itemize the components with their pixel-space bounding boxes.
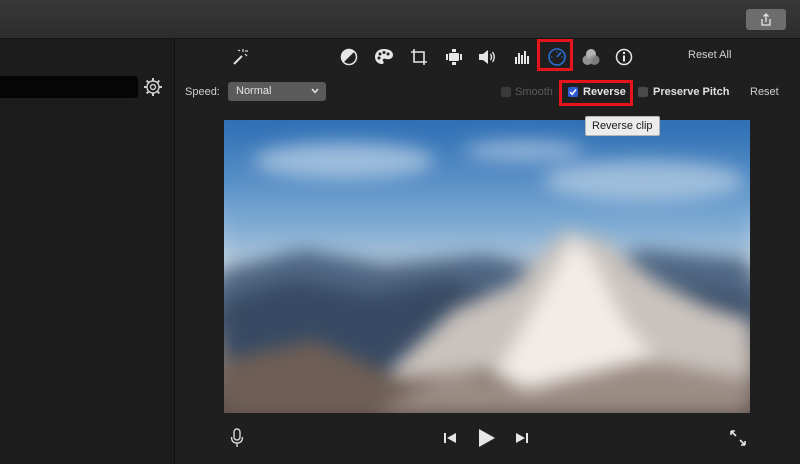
gear-icon	[144, 78, 162, 96]
info-button[interactable]	[612, 45, 636, 69]
search-input[interactable]	[0, 76, 138, 98]
skip-forward-icon	[516, 433, 528, 443]
play-icon	[479, 429, 495, 447]
clip-filter-icon	[582, 49, 600, 65]
volume-icon	[479, 50, 495, 64]
smooth-checkbox[interactable]	[501, 87, 511, 97]
adjustments-toolbar: Reset All	[175, 39, 800, 75]
color-correction-button[interactable]	[372, 45, 396, 69]
settings-button[interactable]	[143, 77, 163, 97]
info-icon	[615, 48, 633, 66]
reverse-clip-tooltip: Reverse clip	[585, 116, 660, 136]
speed-highlight	[537, 39, 573, 71]
fullscreen-button[interactable]	[728, 428, 748, 448]
fullscreen-icon	[730, 430, 746, 446]
magic-wand-icon	[233, 49, 248, 65]
browser-pane	[0, 39, 175, 464]
preserve-pitch-label: Preserve Pitch	[653, 86, 730, 98]
skip-back-button[interactable]	[441, 429, 459, 447]
reverse-highlight	[559, 80, 633, 106]
video-preview	[224, 120, 750, 413]
mountain-image	[224, 120, 750, 413]
speed-select-value: Normal	[236, 85, 272, 97]
magic-wand-button[interactable]	[227, 45, 251, 69]
voiceover-button[interactable]	[228, 427, 246, 449]
share-button[interactable]	[746, 9, 786, 30]
chevron-down-icon	[311, 88, 319, 94]
reset-all-button[interactable]: Reset All	[688, 49, 731, 61]
speed-label: Speed:	[185, 86, 220, 98]
microphone-icon	[230, 428, 244, 447]
title-bar	[0, 0, 800, 39]
viewer-pane: Reset All Speed: Normal Smooth Reverse P…	[175, 39, 800, 464]
noise-reduction-icon	[515, 51, 529, 64]
playback-bar	[175, 424, 800, 454]
clip-filter-button[interactable]	[579, 45, 603, 69]
share-icon	[761, 12, 771, 26]
reset-button[interactable]: Reset	[750, 86, 779, 98]
crop-icon	[411, 49, 427, 65]
speed-select[interactable]: Normal	[228, 82, 326, 101]
preserve-pitch-checkbox[interactable]	[638, 87, 648, 97]
play-button[interactable]	[475, 426, 499, 450]
crop-button[interactable]	[407, 45, 431, 69]
smooth-label: Smooth	[515, 86, 553, 98]
stabilization-icon	[446, 49, 462, 65]
stabilization-button[interactable]	[442, 45, 466, 69]
noise-reduction-button[interactable]	[510, 45, 534, 69]
color-correction-icon	[375, 49, 393, 64]
skip-forward-button[interactable]	[513, 429, 531, 447]
volume-button[interactable]	[475, 45, 499, 69]
color-balance-button[interactable]	[337, 45, 361, 69]
color-balance-icon	[340, 48, 358, 66]
skip-back-icon	[444, 433, 456, 443]
